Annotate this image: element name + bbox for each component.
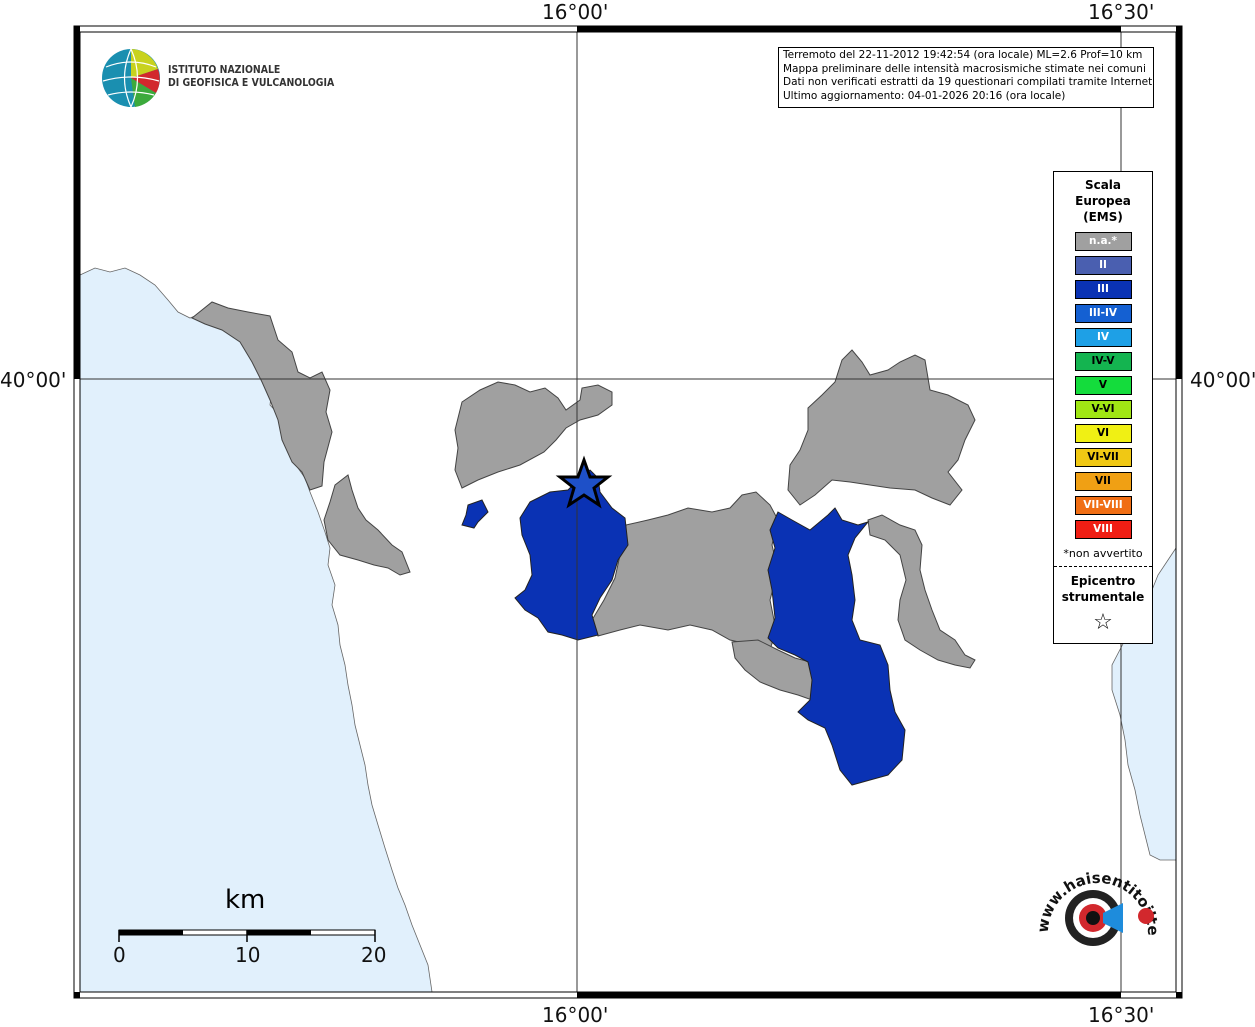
legend-swatch-8: VI [1074, 424, 1132, 443]
legend-divider [1054, 566, 1152, 567]
legend-swatch-1: II [1074, 256, 1132, 275]
legend-swatch-0: n.a.* [1074, 232, 1132, 251]
legend-swatch-12: VIII [1074, 520, 1132, 539]
info-line-4: Ultimo aggiornamento: 04-01-2026 20:16 (… [783, 89, 1066, 102]
info-line-1: Terremoto del 22-11-2012 19:42:54 (ora l… [783, 49, 1143, 61]
epicenter-legend-icon: ☆ [1093, 610, 1113, 635]
legend-swatch-4: IV [1074, 328, 1132, 347]
scale-tick-20: 20 [361, 943, 387, 967]
legend-swatch-3: III-IV [1074, 304, 1132, 323]
info-line-3: Dati non verificati estratti da 19 quest… [783, 76, 1154, 88]
legend-swatch-11: VII-VIII [1074, 496, 1132, 515]
legend-swatch-7: V-VI [1074, 400, 1132, 419]
bottom-lon-label-1: 16°00' [542, 1003, 609, 1027]
ems-legend: Scala Europea (EMS) n.a.* II III III-IV IV IV… [1053, 171, 1153, 644]
legend-swatch-6: V [1074, 376, 1132, 395]
left-lat-label: 40°00' [0, 368, 67, 392]
haisentitoilterremoto-logo: www.haisentitoilterremoto.it [1028, 858, 1162, 946]
legend-swatches: n.a.* II III III-IV IV IV-V V V-VI VI VI-VII VII VI… [1054, 232, 1152, 539]
legend-swatch-2: III [1074, 280, 1132, 299]
scale-tick-10: 10 [235, 943, 261, 967]
epicenter-label-line2: strumentale [1061, 590, 1145, 604]
legend-note: *non avvertito [1063, 547, 1143, 560]
legend-swatch-5: IV-V [1074, 352, 1132, 371]
scale-bar: km 0 10 20 [105, 885, 395, 975]
event-info-box: Terremoto del 22-11-2012 19:42:54 (ora l… [778, 47, 1154, 108]
legend-title-line2: Europea [1075, 194, 1131, 208]
legend-swatch-10: VII [1074, 472, 1132, 491]
top-lon-label-1: 16°00' [542, 0, 609, 24]
scale-tick-0: 0 [113, 943, 126, 967]
institute-name: ISTITUTO NAZIONALE DI GEOFISICA E VULCAN… [168, 63, 334, 89]
right-lat-label: 40°00' [1190, 368, 1255, 392]
epicenter-label: Epicentro strumentale [1054, 573, 1152, 605]
bottom-lon-label-2: 16°30' [1088, 1003, 1155, 1027]
legend-title-line1: Scala [1084, 178, 1122, 192]
scale-bar-unit: km [225, 885, 266, 915]
info-line-2: Mappa preliminare delle intensità macros… [783, 62, 1146, 75]
legend-title: Scala Europea (EMS) [1054, 177, 1152, 225]
legend-swatch-9: VI-VII [1074, 448, 1132, 467]
institute-name-line2: DI GEOFISICA E VULCANOLOGIA [168, 76, 335, 89]
top-lon-label-2: 16°30' [1088, 0, 1155, 24]
epicenter-label-line1: Epicentro [1070, 574, 1136, 588]
legend-title-line3: (EMS) [1083, 210, 1123, 224]
ingv-globe-logo [102, 48, 160, 108]
institute-name-line1: ISTITUTO NAZIONALE [168, 63, 281, 76]
